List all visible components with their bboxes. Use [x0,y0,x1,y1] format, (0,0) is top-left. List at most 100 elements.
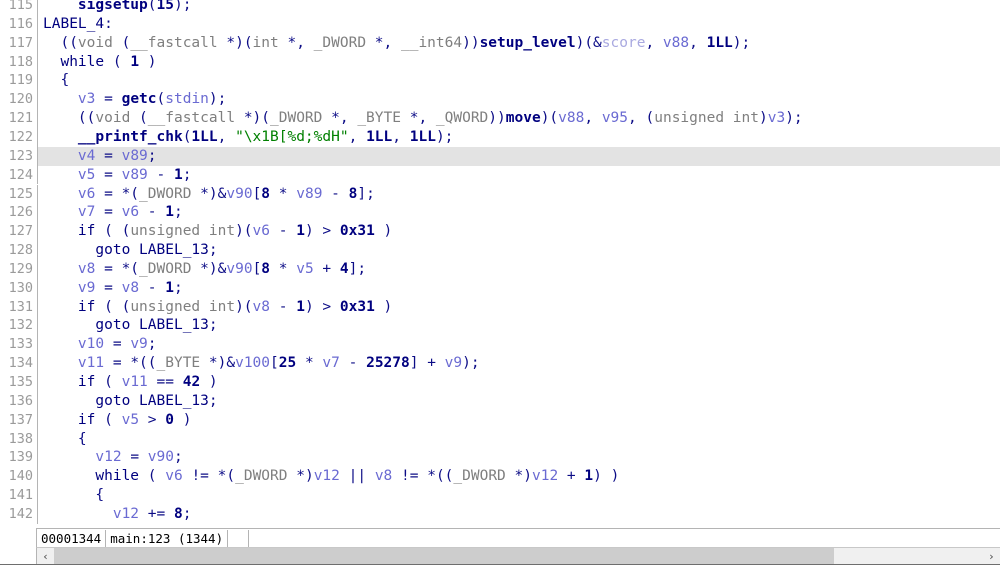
code-line[interactable]: while ( 1 ) 118 [0,52,1000,72]
code-token: = *( [95,185,140,202]
code-line[interactable]: goto LABEL_13; 128 [0,241,1000,260]
code-line[interactable]: ((void (__fastcall *)(_DWORD *, _BYTE *,… [0,109,1000,128]
code-line[interactable]: {119 [0,71,1000,91]
code-token: _DWORD [313,34,367,51]
code-token: stdin [165,91,209,108]
code-line[interactable]: LABEL_4: 116 [0,14,1000,34]
code-token: LABEL_13 [139,392,209,409]
code-token: 1LL [409,128,436,145]
code-line[interactable]: while ( v6 != *(_DWORD *)v12 || v8 != *(… [0,467,1000,487]
gutter-separator [37,33,38,53]
code-token: if [77,223,96,240]
code-line[interactable]: sigsetup(15); 115 [0,0,1000,15]
code-token: , [645,34,663,51]
code-token: )) [488,110,506,127]
code-line[interactable]: __printf_chk(1LL, "\x1B[%d;%dH", 1LL, 1L… [0,127,1000,147]
line-number: 141 [8,487,33,504]
code-token: v3 [77,91,96,108]
code-token: = [104,336,131,353]
code-token: != *(( [392,468,454,485]
code-token: { [43,72,70,89]
code-line-text: { [43,486,1000,505]
line-number: 119 [8,72,33,89]
code-line[interactable]: v8 = *(_DWORD *)&v90[8 * v5 + 4]; 129 [0,259,1000,279]
code-token: ]; [348,260,367,277]
code-token: ) [139,53,157,70]
scroll-right-arrow-icon[interactable]: › [983,548,1000,565]
code-line[interactable]: v11 = *((_BYTE *)&v100[25 * v7 - 25278] … [0,354,1000,373]
code-token: if [77,298,96,315]
code-token: == [147,374,183,390]
code-token: 8 [261,260,271,277]
code-token: v88 [662,34,690,51]
gutter-separator [37,0,38,15]
code-token: _DWORD [139,260,192,277]
code-token: ( [156,91,166,108]
code-line-text: goto LABEL_13; [43,241,1000,260]
code-line[interactable]: v12 += 8; 142 [0,504,1000,524]
line-number: 117 [8,34,33,51]
code-token: ); [462,355,480,372]
code-line[interactable]: if ( (unsigned int)(v8 - 1) > 0x31 ) 131 [0,297,1000,317]
scrollbar-track[interactable] [54,548,983,565]
code-line-text: if ( (unsigned int)(v8 - 1) > 0x31 ) [43,298,1000,317]
code-line[interactable]: goto LABEL_13; 132 [0,316,1000,336]
line-number: 120 [8,91,33,108]
code-token: while [60,53,105,70]
code-token: void [77,34,113,51]
code-line[interactable]: {141 [0,486,1000,505]
code-token: ) [200,374,218,390]
code-token: 1LL [706,34,733,51]
code-line[interactable]: v4 = v89; 123 [0,146,1000,166]
code-token: = [95,279,122,296]
code-line[interactable]: v5 = v89 - 1; 124 [0,165,1000,185]
code-line[interactable]: v9 = v8 - 1; 130 [0,278,1000,298]
line-number: 127 [8,223,33,240]
code-token: LABEL_4 [43,15,105,32]
code-line[interactable]: if ( v11 == 42 ) 135 [0,373,1000,392]
code-token: v100 [235,355,271,372]
code-token: ; [182,166,192,183]
code-line[interactable]: {138 [0,429,1000,449]
horizontal-scrollbar[interactable]: ‹ › [36,547,1000,565]
code-line[interactable]: v6 = *(_DWORD *)&v90[8 * v89 - 8]; 125 [0,184,1000,204]
code-line[interactable]: v3 = getc(stdin); 120 [0,90,1000,110]
code-token: 1 [165,204,174,221]
code-token: : [104,15,113,32]
code-line-text: while ( 1 ) [43,53,1000,72]
code-token: v89 [121,147,148,164]
code-token: ( [112,34,131,51]
pseudocode-code-area[interactable]: sigsetup(15); 115 LABEL_4: 116 ((void (__fa… [0,0,1000,528]
code-token: ); [732,34,751,51]
code-line-text: { [43,71,1000,90]
code-token: v90 [147,449,174,466]
code-token: goto [95,317,131,334]
gutter-separator [37,410,38,430]
gutter-separator [37,127,38,147]
code-token: 25 [278,355,297,372]
gutter-separator [37,429,38,449]
code-line[interactable]: goto LABEL_13; 136 [0,391,1000,411]
code-line[interactable]: v7 = v6 - 1; 126 [0,203,1000,223]
code-token: v8 [374,468,393,485]
code-line[interactable]: v10 = v9; 133 [0,335,1000,355]
scroll-left-arrow-icon[interactable]: ‹ [37,548,54,565]
code-token: _DWORD [453,468,506,485]
line-number: 122 [8,128,33,145]
code-token: ; [174,279,183,296]
code-line[interactable]: if ( (unsigned int)(v6 - 1) > 0x31 ) 127 [0,222,1000,242]
line-number: 123 [8,147,33,164]
code-line[interactable]: ((void (__fastcall *)(int *, _DWORD *, _… [0,33,1000,53]
code-token: (( [43,110,96,127]
code-token: ; [147,336,157,353]
code-line[interactable]: if ( v5 > 0 ) 137 [0,410,1000,430]
line-number: 131 [8,298,33,315]
code-line[interactable]: v12 = v90; 139 [0,448,1000,468]
code-token: v89 [296,185,323,202]
code-token: _BYTE [156,355,201,372]
scrollbar-thumb[interactable] [54,548,835,565]
code-token: ( ( [95,298,131,315]
